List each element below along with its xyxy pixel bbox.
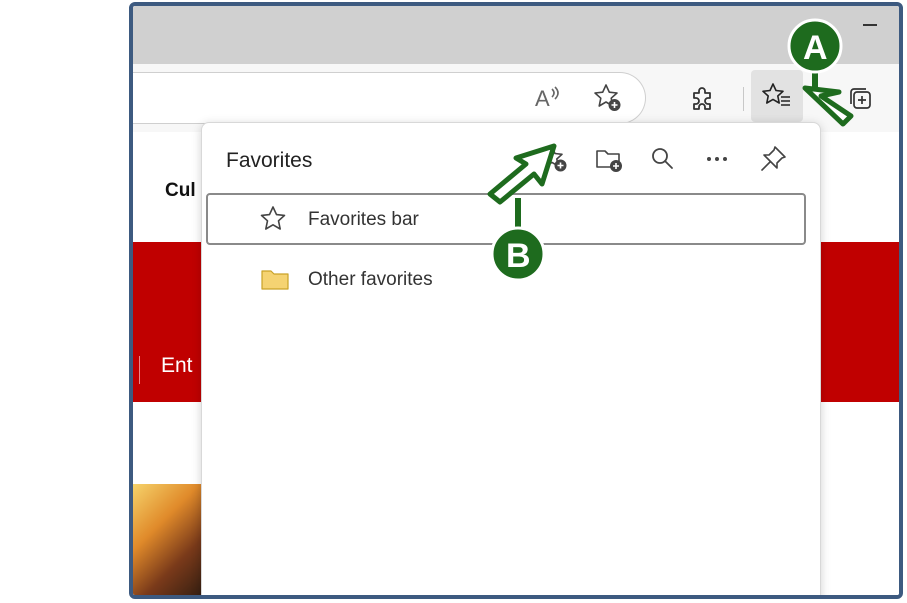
article-thumbnail[interactable] [133, 484, 203, 595]
page-nav-text[interactable]: Cul [165, 180, 196, 202]
callout-b-label: B [506, 237, 531, 275]
toolbar-separator [743, 87, 744, 111]
read-aloud-label: A [535, 86, 550, 111]
search-icon[interactable] [645, 141, 681, 177]
callout-b: B [487, 143, 557, 282]
banner-divider [139, 356, 140, 384]
more-icon[interactable] [699, 141, 735, 177]
folder-icon [260, 264, 290, 294]
read-aloud-icon[interactable]: A [529, 81, 563, 115]
favorites-bar-label: Favorites bar [308, 209, 419, 230]
star-add-icon[interactable] [591, 81, 625, 115]
star-icon [258, 204, 288, 234]
callout-a: A [787, 18, 854, 127]
puzzle-icon[interactable] [686, 82, 720, 116]
address-bar[interactable]: A [133, 72, 646, 124]
add-folder-icon[interactable] [591, 141, 627, 177]
other-favorites-label[interactable]: Other favorites [308, 269, 433, 291]
favorites-panel-title: Favorites [226, 149, 313, 172]
callout-a-label: A [803, 29, 828, 67]
banner-nav-text[interactable]: Ent [161, 354, 193, 378]
